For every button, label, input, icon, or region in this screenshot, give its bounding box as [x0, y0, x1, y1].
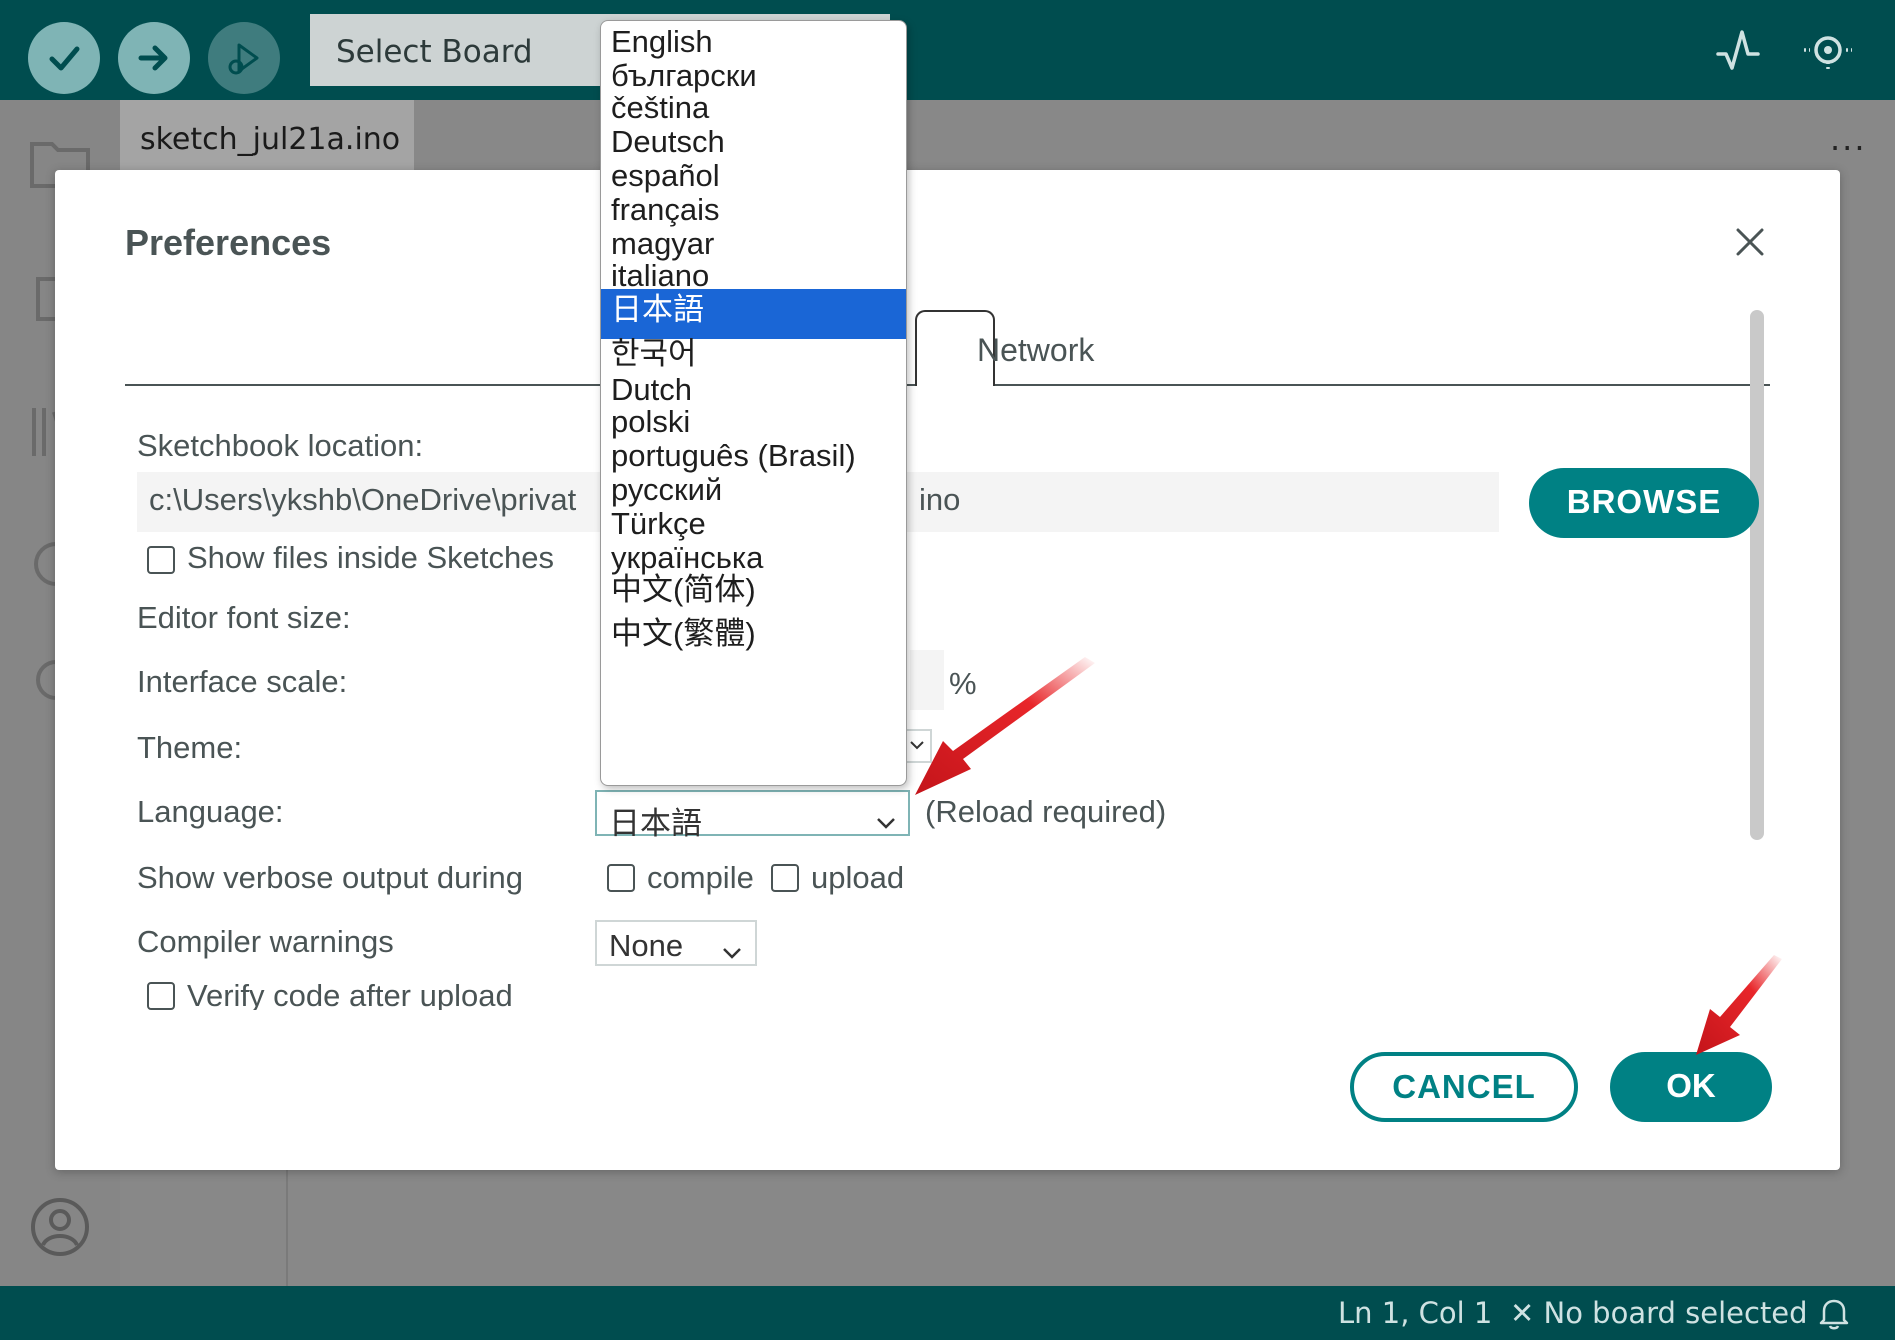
top-toolbar: Select Board: [0, 0, 1895, 100]
close-icon: [1736, 228, 1764, 256]
dialog-title: Preferences: [125, 222, 332, 263]
editor-font-size-label: Editor font size:: [137, 600, 351, 635]
serial-plotter-icon: [1716, 30, 1760, 70]
board-select-label: Select Board: [336, 34, 533, 70]
file-tab[interactable]: sketch_jul21a.ino: [120, 100, 414, 172]
arrow-right-icon: [138, 45, 168, 71]
language-option[interactable]: 日本語: [601, 289, 906, 339]
cursor-position[interactable]: Ln 1, Col 1: [1338, 1296, 1492, 1330]
verbose-upload-checkbox[interactable]: [771, 864, 799, 892]
language-select-value: 日本語: [609, 806, 702, 841]
more-icon: ...: [1830, 120, 1867, 158]
language-label: Language:: [137, 794, 284, 829]
serial-plotter-button[interactable]: [1712, 24, 1764, 76]
notifications-button[interactable]: [1818, 1296, 1850, 1330]
tab-network[interactable]: Network: [977, 332, 1094, 369]
chevron-down-icon: [721, 936, 743, 959]
verify-after-upload-checkbox[interactable]: [147, 982, 175, 1010]
check-icon: [49, 46, 80, 71]
close-icon: ✕: [1510, 1296, 1544, 1330]
verify-after-upload-label: Verify code after upload: [187, 978, 513, 1010]
more-actions-button[interactable]: ...: [1830, 120, 1867, 158]
verbose-upload-label: upload: [811, 860, 905, 895]
account-button[interactable]: [28, 1195, 92, 1259]
language-option[interactable]: 中文(繁體): [601, 613, 906, 657]
annotation-arrow-language: [915, 657, 1095, 795]
sketchbook-location-label: Sketchbook location:: [137, 428, 424, 463]
sketchbook-path-tail: ino: [919, 482, 961, 517]
theme-label: Theme:: [137, 730, 243, 765]
show-files-checkbox[interactable]: [147, 546, 175, 574]
upload-button[interactable]: [118, 22, 190, 94]
dialog-scrollbar[interactable]: [1750, 310, 1764, 840]
board-status[interactable]: ✕ No board selected: [1510, 1296, 1808, 1330]
serial-monitor-icon: [1804, 36, 1852, 72]
language-select[interactable]: 日本語: [595, 790, 910, 841]
verbose-compile-label: compile: [647, 860, 754, 895]
board-status-label: No board selected: [1543, 1296, 1808, 1330]
verbose-compile-checkbox[interactable]: [607, 864, 635, 892]
close-dialog-button[interactable]: [1730, 222, 1770, 262]
chevron-down-icon: [875, 806, 897, 829]
compiler-warnings-select[interactable]: None: [595, 920, 757, 966]
language-dropdown-list[interactable]: English български čeština Deutsch español fra…: [600, 20, 907, 786]
show-files-label: Show files inside Sketches: [187, 540, 555, 575]
debug-icon: [228, 43, 259, 75]
status-bar: Ln 1, Col 1 ✕ No board selected: [0, 1286, 1895, 1340]
cancel-button[interactable]: CANCEL: [1350, 1052, 1578, 1122]
compiler-warnings-label: Compiler warnings: [137, 924, 394, 959]
file-tab-label: sketch_jul21a.ino: [140, 122, 401, 157]
bell-icon: [1819, 1299, 1849, 1330]
debug-button[interactable]: [208, 22, 280, 94]
annotation-arrow-ok: [1696, 955, 1782, 1055]
language-option[interactable]: 中文(简体): [601, 569, 906, 613]
user-icon: [31, 1198, 89, 1256]
verbose-output-label: Show verbose output during: [137, 860, 524, 895]
interface-scale-label: Interface scale:: [137, 664, 348, 699]
verify-button[interactable]: [28, 22, 100, 94]
browse-button[interactable]: BROWSE: [1529, 468, 1759, 538]
sketchbook-path-value: c:\Users\ykshb\OneDrive\privat: [149, 482, 577, 517]
serial-monitor-button[interactable]: [1802, 24, 1854, 76]
compiler-warnings-value: None: [609, 928, 684, 963]
